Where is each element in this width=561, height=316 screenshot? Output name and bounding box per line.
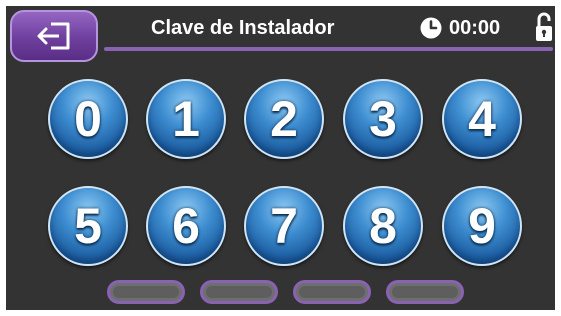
key-label: 4 (468, 91, 496, 147)
keypad-key-8[interactable]: 8 (343, 186, 423, 266)
page-title: Clave de Instalador (151, 17, 335, 39)
key-label: 0 (74, 91, 102, 147)
code-digit-slot (386, 280, 464, 304)
key-label: 8 (369, 198, 397, 254)
keypad-key-2[interactable]: 2 (244, 79, 324, 159)
key-label: 6 (172, 198, 200, 254)
code-digit-slot (107, 280, 185, 304)
keypad-key-9[interactable]: 9 (442, 186, 522, 266)
clock-icon (420, 17, 442, 39)
keypad-key-3[interactable]: 3 (343, 79, 423, 159)
header-divider (104, 47, 553, 51)
keypad-key-0[interactable]: 0 (48, 79, 128, 159)
key-label: 9 (468, 198, 496, 254)
key-label: 1 (172, 91, 200, 147)
keypad-key-6[interactable]: 6 (146, 186, 226, 266)
keypad-key-4[interactable]: 4 (442, 79, 522, 159)
key-label: 2 (270, 91, 298, 147)
code-digit-slot (293, 280, 371, 304)
exit-icon (37, 22, 70, 50)
keypad-key-5[interactable]: 5 (48, 186, 128, 266)
keypad-key-7[interactable]: 7 (244, 186, 324, 266)
clock-time: 00:00 (449, 17, 501, 39)
installer-code-screen: Clave de Instalador 00:00 0 1 2 3 4 5 6 … (6, 6, 555, 310)
key-label: 5 (74, 198, 102, 254)
back-button[interactable] (10, 10, 98, 62)
key-label: 3 (369, 91, 397, 147)
unlocked-padlock-icon (536, 12, 552, 41)
code-digit-slot (200, 280, 278, 304)
key-label: 7 (270, 198, 298, 254)
keypad-key-1[interactable]: 1 (146, 79, 226, 159)
